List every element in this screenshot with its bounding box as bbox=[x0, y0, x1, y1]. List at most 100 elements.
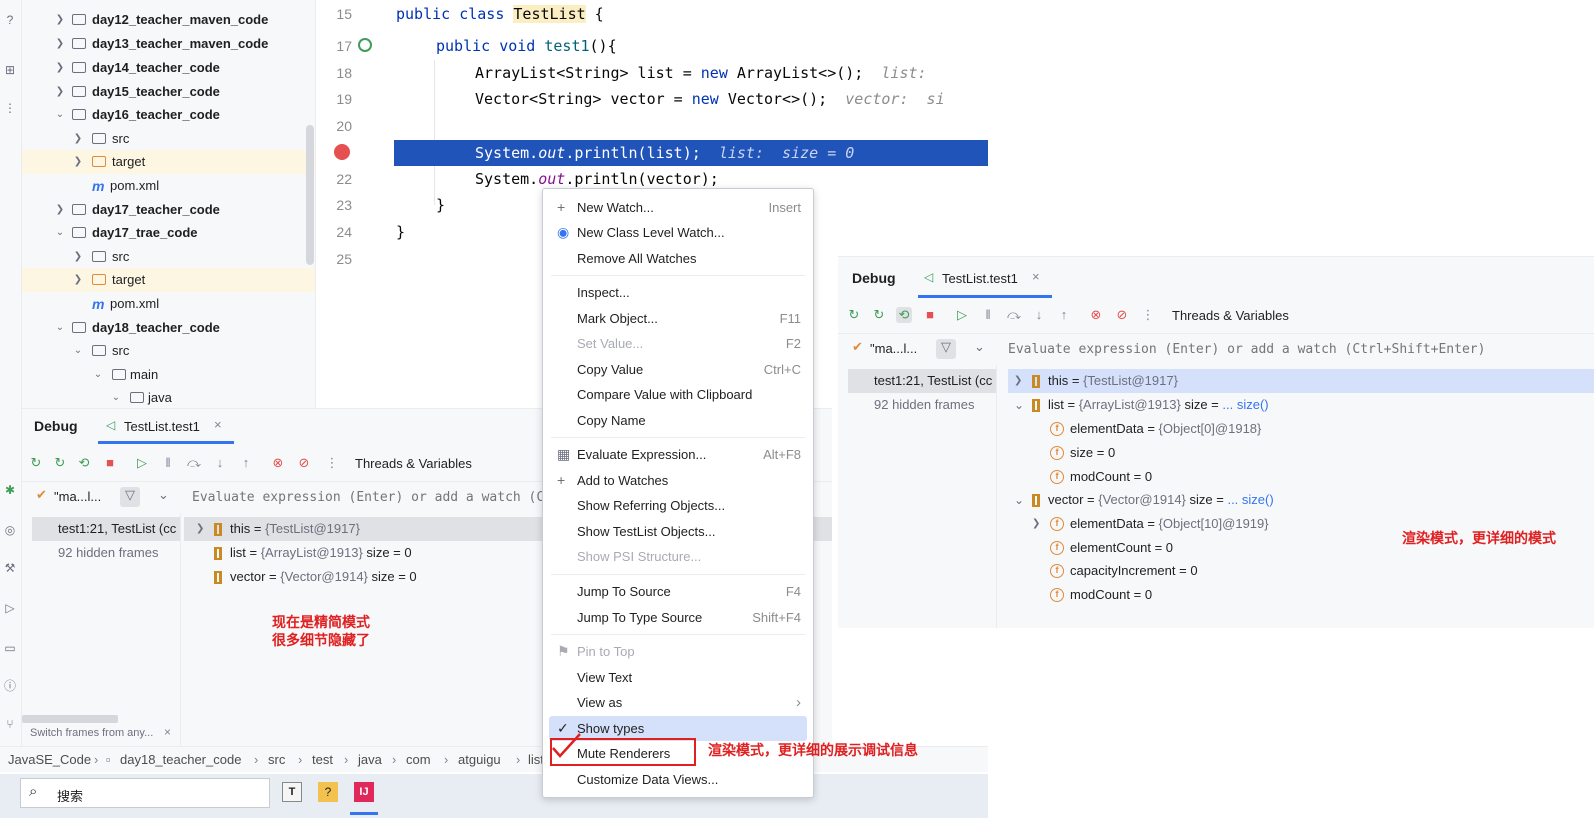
menu-item-view-as[interactable]: View as › bbox=[549, 690, 807, 715]
rerun-failed-icon[interactable]: ↻ bbox=[871, 307, 887, 323]
resume-icon[interactable]: ▷ bbox=[134, 455, 150, 471]
chevron-right-icon[interactable]: ❯ bbox=[72, 127, 84, 151]
menu-item-show-testlist-objects[interactable]: Show TestList Objects... bbox=[549, 519, 807, 544]
restore-layout-icon[interactable]: ⟲ bbox=[76, 455, 92, 471]
tree-row[interactable]: ❯ target bbox=[22, 268, 315, 292]
taskbar-search-box[interactable]: ⌕ 搜索 bbox=[20, 778, 270, 808]
tree-row[interactable]: ❯ day13_teacher_maven_code bbox=[22, 32, 315, 56]
run-icon[interactable]: ▷ bbox=[2, 600, 18, 616]
breadcrumb-item[interactable]: JavaSE_Code bbox=[8, 747, 91, 773]
step-over-icon[interactable]: ⤼ bbox=[1006, 307, 1022, 323]
chevron-down-icon[interactable]: ⌄ bbox=[54, 316, 66, 340]
filter-icon[interactable]: ▽ bbox=[936, 339, 956, 359]
tree-row[interactable]: ⌄ day16_teacher_code bbox=[22, 103, 315, 127]
rerun-failed-icon[interactable]: ↻ bbox=[52, 455, 68, 471]
taskbar-app-icon[interactable]: ? bbox=[318, 782, 338, 802]
services-icon[interactable]: ◎ bbox=[2, 522, 18, 538]
menu-item-copy-value[interactable]: Copy Value Ctrl+C bbox=[549, 357, 807, 382]
taskbar-app-icon[interactable]: T bbox=[282, 782, 302, 802]
structure-icon[interactable]: ⊞ bbox=[2, 62, 18, 78]
chevron-right-icon[interactable]: ❯ bbox=[54, 8, 66, 32]
chevron-down-icon[interactable]: ⌄ bbox=[54, 103, 66, 127]
tree-row[interactable]: ❯ day14_teacher_code bbox=[22, 56, 315, 80]
tab-debug-session[interactable]: TestList.test1 bbox=[942, 271, 1018, 286]
more-icon[interactable]: ⋮ bbox=[2, 100, 18, 116]
step-into-icon[interactable]: ↓ bbox=[212, 455, 228, 471]
chevron-down-icon[interactable]: ⌄ bbox=[1014, 393, 1024, 417]
size-link[interactable]: ... size() bbox=[1222, 397, 1268, 412]
mute-breakpoints-icon[interactable]: ⊘ bbox=[1114, 307, 1130, 323]
close-icon[interactable]: × bbox=[214, 417, 222, 432]
chevron-right-icon[interactable]: ❯ bbox=[72, 245, 84, 269]
rerun-icon[interactable]: ↻ bbox=[846, 307, 862, 323]
chevron-down-icon[interactable]: ⌄ bbox=[110, 386, 122, 408]
menu-item-customize-data-views[interactable]: Customize Data Views... bbox=[549, 767, 807, 792]
hidden-frames-label[interactable]: 92 hidden frames bbox=[848, 393, 974, 417]
breadcrumb-item[interactable]: atguigu bbox=[458, 747, 501, 773]
tree-row[interactable]: m pom.xml bbox=[22, 292, 315, 316]
breakpoint-icon[interactable] bbox=[334, 144, 350, 160]
tree-row[interactable]: m pom.xml bbox=[22, 174, 315, 198]
step-over-icon[interactable]: ⤼ bbox=[186, 455, 202, 471]
stack-frame[interactable]: test1:21, TestList (cc bbox=[848, 369, 996, 393]
stack-frame[interactable]: test1:21, TestList (cc bbox=[32, 517, 180, 541]
more-icon[interactable]: ⋮ bbox=[324, 455, 340, 471]
breadcrumb-item[interactable]: src bbox=[268, 747, 285, 773]
restore-layout-icon[interactable]: ⟲ bbox=[896, 307, 912, 323]
size-link[interactable]: ... size() bbox=[1227, 492, 1273, 507]
chevron-down-icon[interactable]: ⌄ bbox=[92, 363, 104, 387]
chevron-right-icon[interactable]: ❯ bbox=[72, 268, 84, 292]
menu-item-copy-name[interactable]: Copy Name bbox=[549, 408, 807, 433]
menu-item-remove-all-watches[interactable]: Remove All Watches bbox=[549, 246, 807, 271]
step-out-icon[interactable]: ↑ bbox=[1056, 307, 1072, 323]
tree-row[interactable]: ⌄ java bbox=[22, 386, 315, 408]
menu-item-mark-object[interactable]: Mark Object... F11 bbox=[549, 306, 807, 331]
chevron-right-icon[interactable]: ❯ bbox=[1032, 512, 1040, 536]
tree-scrollbar[interactable] bbox=[306, 125, 314, 265]
breadcrumb-item[interactable]: test bbox=[312, 747, 333, 773]
chevron-right-icon[interactable]: ❯ bbox=[196, 517, 204, 541]
tree-row[interactable]: ❯ day12_teacher_maven_code bbox=[22, 8, 315, 32]
view-breakpoints-icon[interactable]: ⊗ bbox=[1088, 307, 1104, 323]
debug-icon[interactable]: ✱ bbox=[2, 482, 18, 498]
chevron-right-icon[interactable]: ❯ bbox=[54, 56, 66, 80]
menu-item-compare-clipboard[interactable]: Compare Value with Clipboard bbox=[549, 382, 807, 407]
pause-icon[interactable]: ‖ bbox=[160, 455, 176, 471]
terminal-icon[interactable]: ▭ bbox=[2, 640, 18, 656]
tab-debug-session[interactable]: TestList.test1 bbox=[124, 419, 200, 434]
tree-row[interactable]: ❯ target bbox=[22, 150, 315, 174]
intellij-taskbar-icon[interactable]: IJ bbox=[354, 782, 374, 802]
menu-item-add-to-watches[interactable]: + Add to Watches bbox=[549, 468, 807, 493]
close-icon[interactable]: × bbox=[164, 725, 171, 739]
more-icon[interactable]: ⋮ bbox=[1140, 307, 1156, 323]
tree-row[interactable]: ❯ day17_teacher_code bbox=[22, 198, 315, 222]
chevron-down-icon[interactable]: ⌄ bbox=[1014, 488, 1024, 512]
thread-selector[interactable]: "ma...l... bbox=[870, 341, 917, 356]
chevron-right-icon[interactable]: ❯ bbox=[72, 150, 84, 174]
menu-item-show-referring-objects[interactable]: Show Referring Objects... bbox=[549, 493, 807, 518]
tree-row[interactable]: ⌄ src bbox=[22, 339, 315, 363]
close-icon[interactable]: × bbox=[1032, 269, 1040, 284]
git-icon[interactable]: ⑂ bbox=[2, 716, 18, 732]
step-into-icon[interactable]: ↓ bbox=[1031, 307, 1047, 323]
filter-icon[interactable]: ▽ bbox=[120, 487, 140, 507]
menu-item-inspect[interactable]: Inspect... bbox=[549, 280, 807, 305]
chevron-right-icon[interactable]: ❯ bbox=[54, 198, 66, 222]
hidden-frames-label[interactable]: 92 hidden frames bbox=[32, 541, 158, 565]
view-breakpoints-icon[interactable]: ⊗ bbox=[270, 455, 286, 471]
menu-item-evaluate-expression[interactable]: ▦ Evaluate Expression... Alt+F8 bbox=[549, 442, 807, 467]
mute-breakpoints-icon[interactable]: ⊘ bbox=[296, 455, 312, 471]
chevron-right-icon[interactable]: ❯ bbox=[54, 80, 66, 104]
breadcrumb-item[interactable]: day18_teacher_code bbox=[120, 747, 241, 773]
rerun-icon[interactable]: ↻ bbox=[28, 455, 44, 471]
resume-icon[interactable]: ▷ bbox=[954, 307, 970, 323]
menu-item-new-class-level-watch[interactable]: ◉ New Class Level Watch... bbox=[549, 220, 807, 245]
stop-icon[interactable]: ■ bbox=[102, 455, 118, 471]
build-icon[interactable]: ⚒ bbox=[2, 560, 18, 576]
evaluate-expression-input[interactable] bbox=[1008, 339, 1568, 359]
tree-row[interactable]: ❯ day15_teacher_code bbox=[22, 80, 315, 104]
stop-icon[interactable]: ■ bbox=[922, 307, 938, 323]
breadcrumb-item[interactable]: java bbox=[358, 747, 382, 773]
tree-row[interactable] bbox=[22, 0, 315, 6]
tree-row[interactable]: ❯ src bbox=[22, 245, 315, 269]
